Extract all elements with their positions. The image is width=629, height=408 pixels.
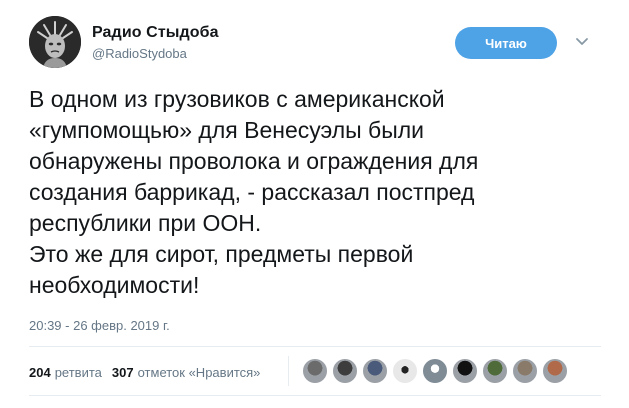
tweet-timestamp[interactable]: 20:39 - 26 февр. 2019 г. [29,318,170,333]
liker-avatar[interactable] [452,358,478,384]
likes-count: 307 [111,364,134,380]
liker-avatar[interactable] [542,358,568,384]
statue-of-liberty-icon [29,16,81,68]
display-name[interactable]: Радио Стыдоба [92,24,219,42]
avatar[interactable] [29,16,81,68]
liker-avatar[interactable] [332,358,358,384]
liker-avatar[interactable] [512,358,538,384]
liker-avatar[interactable] [422,358,448,384]
chevron-down-icon[interactable] [574,34,590,50]
retweets-label: ретвита [54,364,102,380]
user-handle[interactable]: @RadioStydoba [92,46,187,61]
tweet-text: В одном из грузовиков с американской «гу… [29,86,479,298]
tweet-card: Радио Стыдоба @RadioStydoba Читаю В одно… [0,0,629,408]
liker-avatar[interactable] [392,358,418,384]
liker-avatar[interactable] [482,358,508,384]
likes-stat[interactable]: 307 отметок «Нравится» [112,365,261,380]
likes-label: отметок «Нравится» [137,364,261,380]
retweets-stat[interactable]: 204 ретвита [29,365,102,380]
follow-button[interactable]: Читаю [455,27,557,59]
liker-avatar[interactable] [362,358,388,384]
divider [29,395,601,396]
liker-avatars [302,358,572,384]
stats-separator [288,356,289,386]
retweets-count: 204 [29,364,51,380]
divider [29,346,601,347]
tweet-stats: 204 ретвита 307 отметок «Нравится» [29,364,270,380]
liker-avatar[interactable] [302,358,328,384]
